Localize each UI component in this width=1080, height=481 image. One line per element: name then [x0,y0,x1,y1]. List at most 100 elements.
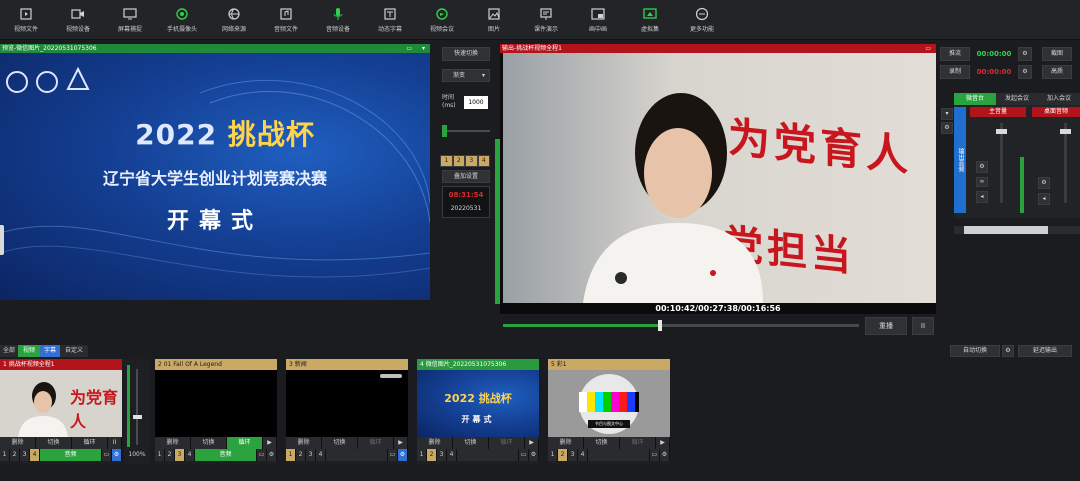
play-button[interactable]: ▶ [394,437,408,449]
stream-button[interactable]: 推流 [940,47,970,61]
loop-button[interactable]: 循环 [227,437,263,449]
effect-select[interactable]: 渐变 ▾ [442,69,490,82]
mixer-scrollbar[interactable] [954,226,1080,234]
main-fader-track[interactable] [1000,123,1003,203]
pause-button[interactable]: II [108,437,122,449]
filter-caption[interactable]: 字幕 [40,345,60,357]
source-card-4[interactable]: 4 微信图片_20220531075306 2022 挑战杯 开幕式 删除 切换… [417,359,539,464]
delay-output-button[interactable]: 延迟输出 [1018,345,1072,357]
monitor-icon[interactable]: ▭ [519,449,529,461]
toolbar-video-meeting[interactable]: 视频会议 [416,0,468,40]
hd-quality-button[interactable]: 高质 [1042,65,1072,79]
source-gear-icon[interactable]: ⚙ [398,449,408,461]
slot-selected[interactable]: 2 [558,449,568,461]
audio-mode-button[interactable] [326,449,388,461]
tab-start-meeting[interactable]: 发起会议 [996,93,1038,105]
play-button[interactable]: ▶ [263,437,277,449]
slot-2[interactable]: 2 [452,155,465,167]
source-card-3[interactable]: 3 新闻 删除 切换 循环 ▶ 1 234 ▭ ⚙ [286,359,408,464]
source-gear-icon[interactable]: ⚙ [112,449,122,461]
monitor-icon[interactable]: ▭ [650,449,660,461]
toolbar-virtual-set[interactable]: 虚拟集 [624,0,676,40]
delete-button[interactable]: 删除 [155,437,191,449]
overlay-settings-button[interactable]: 叠加设置 [442,170,490,183]
switch-button[interactable]: 切换 [36,437,72,449]
source-volume-handle[interactable] [133,415,142,419]
toolbar-presentation[interactable]: 课件演示 [520,0,572,40]
slot-selected[interactable]: 4 [30,449,40,461]
delete-button[interactable]: 删除 [0,437,36,449]
delete-button[interactable]: 删除 [286,437,322,449]
main-settings-gear-icon[interactable]: ⚙ [976,161,988,173]
slot-1[interactable]: 1 [440,155,453,167]
quick-switch-button[interactable]: 快速切换 [442,47,490,61]
toolbar-screen-capture[interactable]: 屏幕捕捉 [104,0,156,40]
filter-custom[interactable]: 自定义 [60,345,88,357]
filter-video[interactable]: 视频 [18,345,40,357]
loop-button[interactable]: 循环 [620,437,656,449]
audio-mode-button[interactable]: 音频 [195,449,257,461]
toolbar-image[interactable]: 图片 [468,0,520,40]
desktop-fader-handle[interactable] [1060,129,1071,134]
source-gear-icon[interactable]: ⚙ [267,449,277,461]
switch-button[interactable]: 切换 [584,437,620,449]
auto-switch-gear-icon[interactable]: ⚙ [1002,345,1014,357]
toolbar-phone-camera[interactable]: 手机摄像头 [156,0,208,40]
toolbar-audio-file[interactable]: 音频文件 [260,0,312,40]
source-card-5[interactable]: 5 彩1 节目与图文中心 删除 切换 循环 ▶ 1 2 34 ▭ ⚙ [548,359,670,464]
monitor-icon[interactable]: ▭ [388,449,398,461]
toolbar-more[interactable]: 更多功能 [676,0,728,40]
delete-button[interactable]: 删除 [417,437,453,449]
slot-4[interactable]: 4 [477,155,490,167]
transition-slider[interactable] [442,130,490,132]
monitor-icon[interactable]: ▭ [102,449,112,461]
monitor-icon[interactable]: ▭ [406,44,412,53]
main-link-icon[interactable]: ∞ [976,177,988,187]
main-speaker-icon[interactable]: ◂ [976,191,988,203]
replay-button[interactable]: 重播 [865,317,907,335]
pin-icon[interactable]: ▾ [941,108,953,120]
record-button[interactable]: 录制 [940,65,970,79]
slot-3[interactable]: 3 [465,155,478,167]
toolbar-pip[interactable]: 画中画 [572,0,624,40]
tab-join-meeting[interactable]: 加入会议 [1038,93,1080,105]
auto-switch-button[interactable]: 自动切换 [950,345,1000,357]
switch-button[interactable]: 切换 [191,437,227,449]
audio-mode-button[interactable] [588,449,650,461]
slot-selected[interactable]: 3 [175,449,185,461]
play-button[interactable]: ▶ [656,437,670,449]
toolbar-caption[interactable]: 动态字幕 [364,0,416,40]
tab-mixer[interactable]: 微音台 [954,93,996,105]
transition-slider-handle[interactable] [442,125,447,137]
desktop-settings-gear-icon[interactable]: ⚙ [1038,177,1050,189]
switch-button[interactable]: 切换 [322,437,358,449]
mixer-scroll-thumb[interactable] [964,226,1048,234]
output-progress-track[interactable] [503,324,859,327]
toolbar-network-source[interactable]: 网络来源 [208,0,260,40]
monitor-icon[interactable]: ▭ [257,449,267,461]
slot-selected[interactable]: 1 [286,449,296,461]
audio-mode-button[interactable] [457,449,519,461]
toolbar-video-file[interactable]: 视频文件 [0,0,52,40]
loop-button[interactable]: 循环 [489,437,525,449]
source-volume-track[interactable] [136,369,138,445]
screenshot-button[interactable]: 截图 [1042,47,1072,61]
audio-mode-button[interactable]: 音频 [40,449,102,461]
desktop-fader-track[interactable] [1064,123,1067,203]
toolbar-video-device[interactable]: 视频设备 [52,0,104,40]
source-gear-icon[interactable]: ⚙ [529,449,539,461]
switch-button[interactable]: 切换 [453,437,489,449]
delete-button[interactable]: 删除 [548,437,584,449]
desktop-speaker-icon[interactable]: ◂ [1038,193,1050,205]
pause-button[interactable]: II [912,317,934,335]
toolbar-audio-device[interactable]: 音频设备 [312,0,364,40]
main-fader-handle[interactable] [996,129,1007,134]
source-gear-icon[interactable]: ⚙ [660,449,670,461]
side-handle[interactable] [0,225,4,255]
slot-selected[interactable]: 2 [427,449,437,461]
output-progress-handle[interactable] [657,320,662,331]
pin-icon[interactable]: ▾ [422,44,425,53]
time-input[interactable]: 1000 [464,96,488,109]
play-button[interactable]: ▶ [525,437,539,449]
loop-button[interactable]: 循环 [72,437,108,449]
